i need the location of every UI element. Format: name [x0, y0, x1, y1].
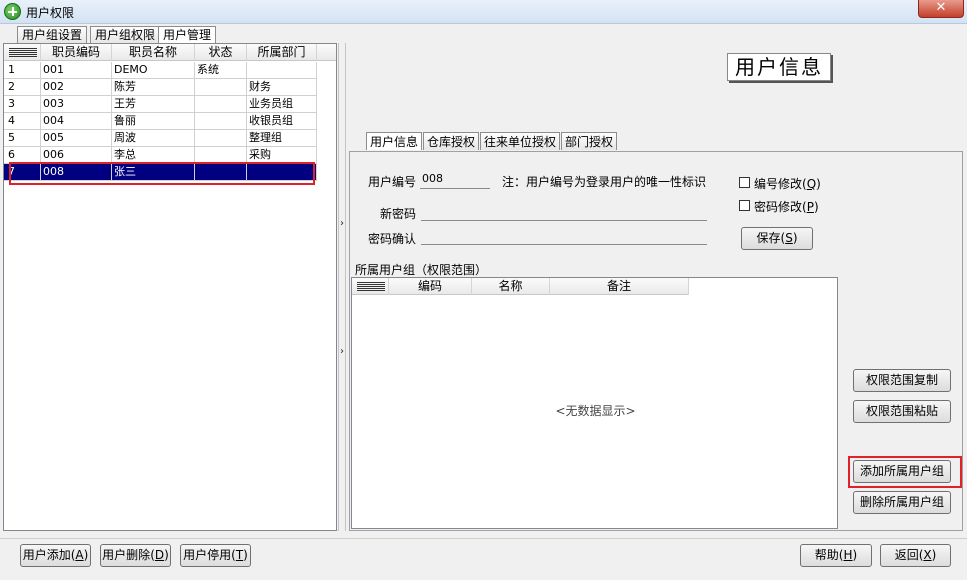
cell-department [247, 62, 317, 79]
tab-label: 用户管理 [163, 28, 212, 42]
tab-user-info[interactable]: 用户信息 [366, 132, 423, 150]
tab-label: 用户组设置 [22, 28, 83, 42]
row-index: 4 [4, 113, 41, 130]
cell-name: 周波 [112, 130, 195, 147]
title-bar: 用户权限 ✕ [0, 0, 967, 24]
disable-user-button[interactable]: 用户停用(T) [180, 544, 251, 567]
new-password-label: 新密码 [380, 207, 417, 221]
new-password-field[interactable] [421, 203, 707, 221]
edit-code-label: 编号修改(Q) [754, 177, 821, 191]
cell-code: 008 [41, 164, 112, 181]
tab-partner-auth[interactable]: 往来单位授权 [480, 132, 561, 150]
tab-label: 用户信息 [370, 135, 419, 149]
grid-menu-icon[interactable] [4, 44, 41, 61]
group-section-title: 所属用户组（权限范围） [355, 263, 488, 277]
column-header-remark[interactable]: 备注 [550, 278, 689, 295]
cell-status [195, 164, 247, 181]
user-code-label: 用户编号 [368, 175, 417, 189]
employee-grid[interactable]: 职员编码 职员名称 状态 所属部门 1 001 DEMO 系统 2 002 陈芳… [3, 43, 337, 531]
column-header-code[interactable]: 职员编码 [41, 44, 112, 61]
cell-code: 003 [41, 96, 112, 113]
collapse-arrow-icon[interactable]: › [340, 346, 344, 357]
row-index: 1 [4, 62, 41, 79]
copy-scope-button[interactable]: 权限范围复制 [853, 369, 951, 392]
cell-code: 001 [41, 62, 112, 79]
row-index: 3 [4, 96, 41, 113]
cell-code: 005 [41, 130, 112, 147]
cell-name: 陈芳 [112, 79, 195, 96]
cell-name: 鲁丽 [112, 113, 195, 130]
row-index: 6 [4, 147, 41, 164]
tab-department-auth[interactable]: 部门授权 [561, 132, 618, 150]
cell-status [195, 147, 247, 164]
column-header-name[interactable]: 职员名称 [112, 44, 195, 61]
tab-warehouse-auth[interactable]: 仓库授权 [423, 132, 480, 150]
cell-status [195, 130, 247, 147]
save-button[interactable]: 保存(S) [741, 227, 813, 250]
delete-group-button[interactable]: 删除所属用户组 [853, 491, 951, 514]
page-title: 用户信息 [727, 53, 831, 81]
cell-name: 李总 [112, 147, 195, 164]
tab-user-group-permissions[interactable]: 用户组权限 [90, 26, 161, 43]
edit-password-checkbox[interactable] [739, 200, 750, 211]
tab-label: 往来单位授权 [484, 135, 557, 149]
back-button[interactable]: 返回(X) [880, 544, 951, 567]
cell-department [247, 164, 317, 181]
cell-status [195, 113, 247, 130]
cell-status [195, 96, 247, 113]
cell-status: 系统 [195, 62, 247, 79]
row-index: 7 [4, 164, 41, 181]
grid-header: 编码 名称 备注 [352, 278, 689, 295]
expand-arrow-icon[interactable]: › [340, 218, 344, 229]
tab-user-management[interactable]: 用户管理 [158, 26, 217, 44]
user-code-field[interactable]: 008 [420, 171, 490, 189]
cell-code: 002 [41, 79, 112, 96]
app-icon [4, 3, 21, 20]
cell-department: 采购 [247, 147, 317, 164]
panel-splitter[interactable]: › › [338, 43, 346, 531]
cell-status [195, 79, 247, 96]
add-user-button[interactable]: 用户添加(A) [20, 544, 91, 567]
column-header-name[interactable]: 名称 [472, 278, 550, 295]
help-button[interactable]: 帮助(H) [800, 544, 872, 567]
user-group-grid[interactable]: 编码 名称 备注 <无数据显示> [351, 277, 838, 529]
cell-name: 王芳 [112, 96, 195, 113]
tab-label: 用户组权限 [95, 28, 156, 42]
add-group-button[interactable]: 添加所属用户组 [853, 460, 951, 483]
edit-password-label: 密码修改(P) [754, 200, 819, 214]
paste-scope-button[interactable]: 权限范围粘贴 [853, 400, 951, 423]
tab-label: 仓库授权 [427, 135, 476, 149]
window-title: 用户权限 [26, 6, 75, 20]
tab-label: 部门授权 [565, 135, 614, 149]
grid-header: 职员编码 职员名称 状态 所属部门 [4, 44, 336, 61]
user-code-note: 注：用户编号为登录用户的唯一性标识 [502, 175, 707, 189]
confirm-password-label: 密码确认 [368, 232, 417, 246]
column-header-department[interactable]: 所属部门 [247, 44, 317, 61]
delete-user-button[interactable]: 用户删除(D) [100, 544, 171, 567]
row-index: 5 [4, 130, 41, 147]
cell-name: DEMO [112, 62, 195, 79]
close-button[interactable]: ✕ [918, 0, 964, 18]
tab-user-group-settings[interactable]: 用户组设置 [17, 26, 88, 43]
edit-code-checkbox[interactable] [739, 177, 750, 188]
cell-department: 整理组 [247, 130, 317, 147]
grid-menu-icon[interactable] [352, 278, 389, 295]
cell-department: 财务 [247, 79, 317, 96]
row-index: 2 [4, 79, 41, 96]
cell-code: 006 [41, 147, 112, 164]
column-header-status[interactable]: 状态 [195, 44, 247, 61]
confirm-password-field[interactable] [421, 227, 707, 245]
column-header-code[interactable]: 编码 [389, 278, 472, 295]
empty-grid-message: <无数据显示> [555, 404, 636, 418]
cell-code: 004 [41, 113, 112, 130]
cell-name: 张三 [112, 164, 195, 181]
cell-department: 收银员组 [247, 113, 317, 130]
cell-department: 业务员组 [247, 96, 317, 113]
